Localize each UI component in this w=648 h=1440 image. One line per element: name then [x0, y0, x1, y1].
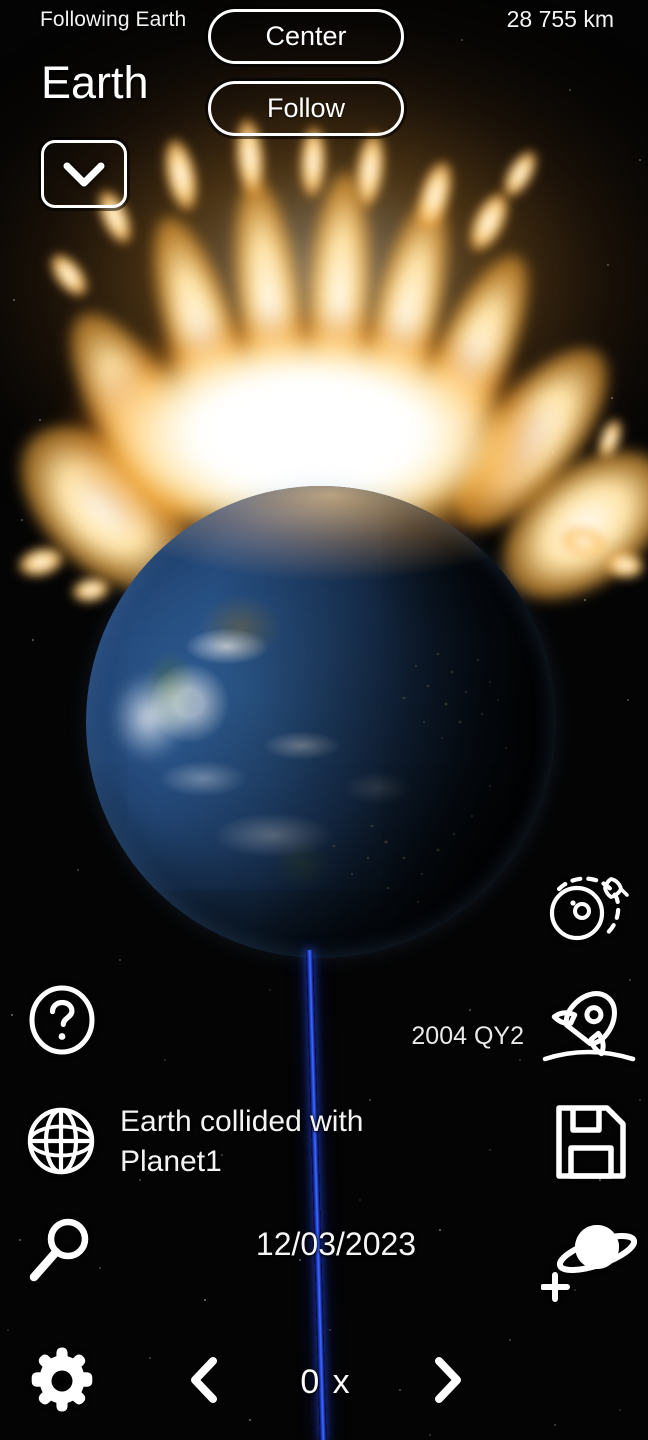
chevron-down-icon	[62, 159, 106, 189]
globe-icon	[23, 1103, 99, 1179]
rocket-launch-icon	[539, 983, 637, 1067]
earth-atmosphere-limb	[86, 486, 556, 958]
add-spacecraft-button[interactable]	[538, 982, 638, 1068]
save-button[interactable]	[552, 1100, 630, 1184]
gear-icon	[23, 1343, 101, 1419]
chevron-left-icon	[187, 1356, 221, 1409]
simulation-date[interactable]: 12/03/2023	[0, 1226, 648, 1263]
orbit-button[interactable]	[538, 862, 636, 952]
globe-button[interactable]	[22, 1102, 100, 1180]
follow-button[interactable]: Follow	[208, 81, 404, 136]
decrease-speed-button[interactable]	[176, 1350, 232, 1414]
collision-message: Earth collided with Planet1	[120, 1105, 364, 1178]
distance-readout: 28 755 km	[506, 6, 614, 32]
asteroid-label[interactable]: 2004 QY2	[411, 1022, 524, 1051]
speed-controls[interactable]: 0 x	[176, 1344, 476, 1420]
help-button[interactable]	[24, 982, 100, 1058]
orbit-icon	[539, 863, 635, 951]
settings-button[interactable]	[22, 1342, 102, 1420]
speed-value: 0 x	[300, 1362, 352, 1401]
following-status-label: Following Earth	[40, 8, 187, 31]
earth-planet[interactable]	[86, 486, 556, 958]
collapse-panel-button[interactable]	[41, 140, 127, 208]
question-circle-icon	[25, 983, 99, 1057]
page-title: Earth	[41, 57, 149, 108]
simulation-viewport[interactable]: Following Earth 28 755 km Earth Center F…	[0, 0, 648, 1440]
increase-speed-button[interactable]	[420, 1350, 476, 1414]
floppy-save-icon	[553, 1102, 629, 1182]
chevron-right-icon	[431, 1356, 465, 1409]
center-button[interactable]: Center	[208, 9, 404, 64]
